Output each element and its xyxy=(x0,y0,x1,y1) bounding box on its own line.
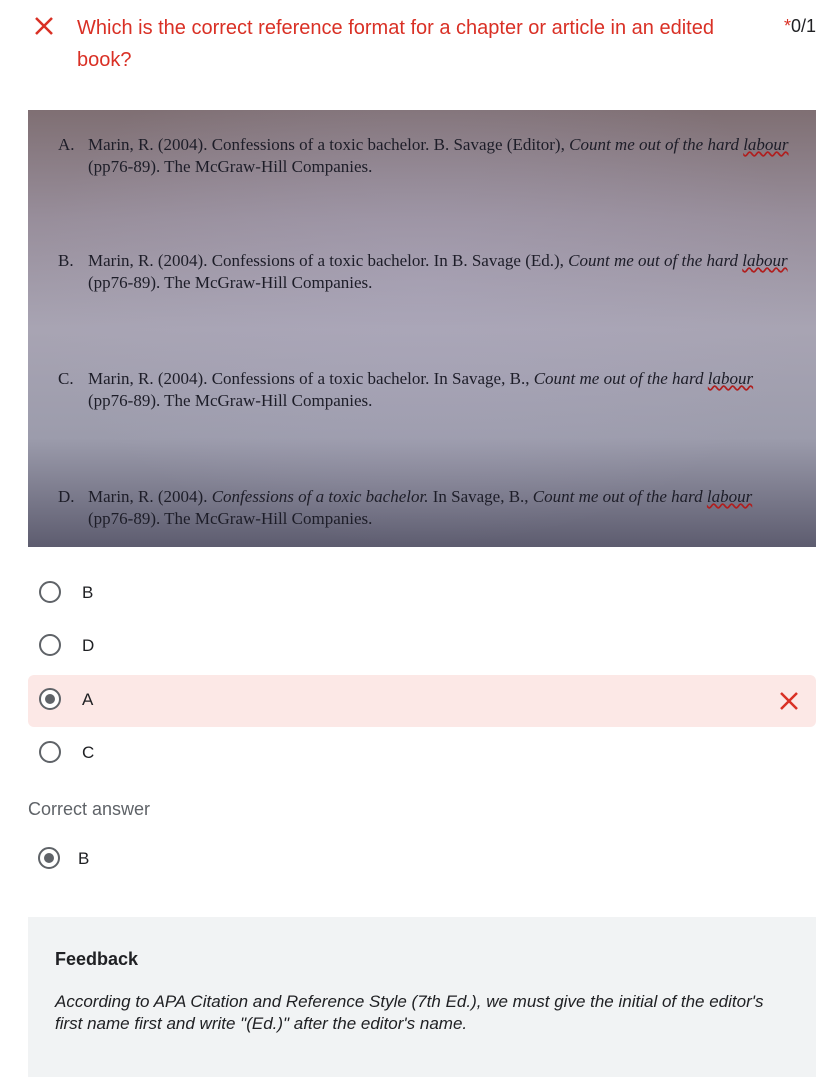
radio-button[interactable] xyxy=(39,741,61,763)
answer-option-b[interactable]: B xyxy=(28,568,816,620)
question-image: A. Marin, R. (2004). Confessions of a to… xyxy=(28,110,816,547)
option-label: C xyxy=(82,743,95,762)
feedback-title: Feedback xyxy=(55,949,139,969)
image-option-b: B. Marin, R. (2004). Confessions of a to… xyxy=(58,251,788,292)
feedback-panel: Feedback According to APA Citation and R… xyxy=(28,917,816,1077)
option-label: A xyxy=(82,690,94,709)
option-label: D xyxy=(82,636,95,655)
close-icon xyxy=(35,17,53,35)
image-option-a: A. Marin, R. (2004). Confessions of a to… xyxy=(58,135,789,176)
option-label: B xyxy=(82,583,94,602)
radio-button-selected xyxy=(38,847,60,869)
incorrect-icon xyxy=(780,692,798,710)
score-value: 0/1 xyxy=(790,16,816,36)
answer-option-d[interactable]: D xyxy=(28,621,816,673)
answer-option-c[interactable]: C xyxy=(28,728,816,780)
answer-option-a[interactable]: A xyxy=(28,675,816,727)
image-option-d: D. Marin, R. (2004). Confessions of a to… xyxy=(58,487,753,528)
radio-button-selected[interactable] xyxy=(39,688,61,710)
correct-answer-option: B xyxy=(28,840,328,876)
required-mark: * xyxy=(783,16,791,36)
radio-button[interactable] xyxy=(39,581,61,603)
question-title: Which is the correct reference format fo… xyxy=(77,17,714,71)
correct-answer-label: B xyxy=(78,849,90,868)
question-header: Which is the correct reference format fo… xyxy=(0,0,840,90)
correct-answer-heading: Correct answer xyxy=(28,799,151,819)
image-option-c: C. Marin, R. (2004). Confessions of a to… xyxy=(58,369,754,410)
radio-button[interactable] xyxy=(39,634,61,656)
feedback-text: According to APA Citation and Reference … xyxy=(55,992,764,1033)
score: *0/1 xyxy=(784,16,816,37)
